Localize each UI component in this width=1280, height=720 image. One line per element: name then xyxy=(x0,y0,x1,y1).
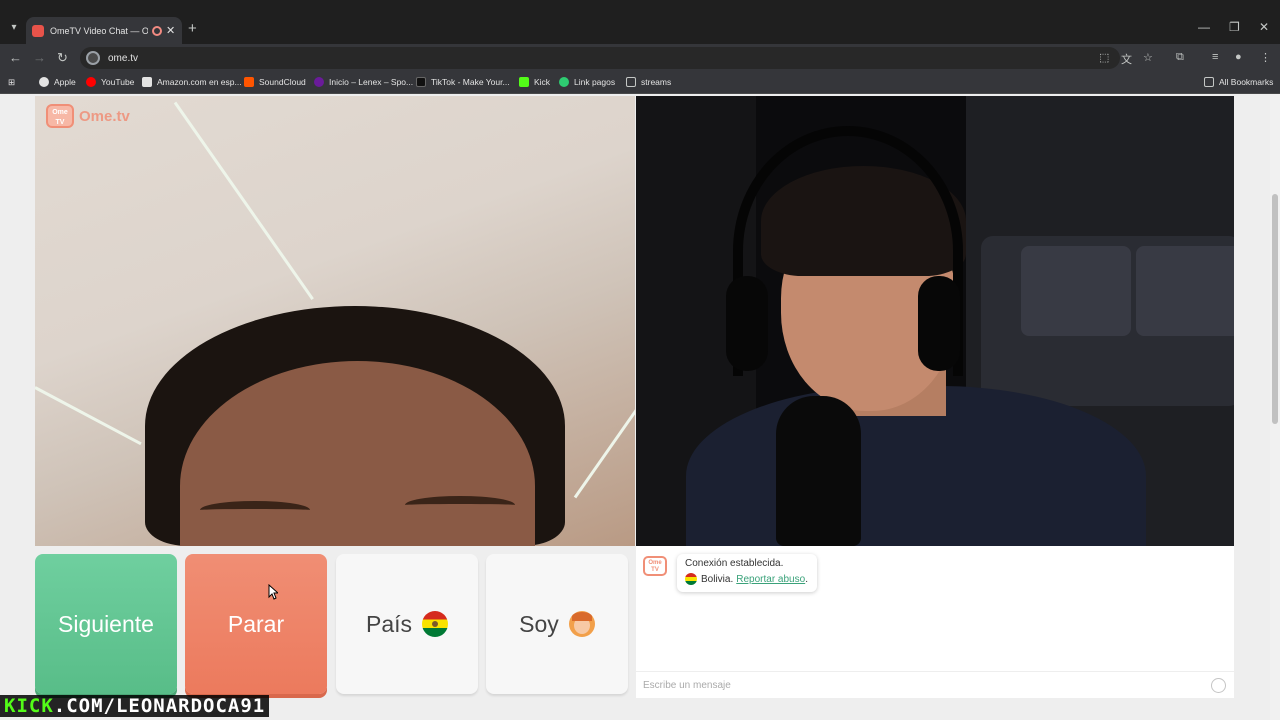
mouse-pointer-icon xyxy=(268,584,278,600)
youtube-icon xyxy=(86,77,96,87)
bookmark-kick[interactable]: Kick xyxy=(519,77,550,87)
profile-avatar-icon[interactable]: ● xyxy=(1235,51,1242,63)
ometv-tv-icon: Ome TV xyxy=(643,556,667,576)
country-filter-button[interactable]: País xyxy=(336,554,478,694)
folder-icon xyxy=(1204,77,1214,87)
soundcloud-icon xyxy=(244,77,254,87)
bookmark-star-icon[interactable]: ☆ xyxy=(1143,51,1153,64)
gender-select-button[interactable]: Soy xyxy=(486,554,628,694)
gender-button-label: Soy xyxy=(519,610,559,637)
next-button[interactable]: Siguiente xyxy=(35,554,177,694)
logo-text: Ome.tv xyxy=(79,107,130,125)
address-bar[interactable]: ome.tv xyxy=(80,47,1120,69)
install-app-icon[interactable]: ⬚ xyxy=(1099,51,1109,64)
amazon-icon xyxy=(142,77,152,87)
chat-panel: Ome TV Conexión establecida. Bolivia. Re… xyxy=(636,546,1234,698)
tab-search-icon[interactable]: ▾ xyxy=(6,20,22,36)
tab-ometv[interactable]: OmeTV Video Chat — Ome ✕ xyxy=(26,17,182,44)
browser-toolbar: ← → ↻ ome.tv ⬚ 文 ☆ ⧉ ≡ ● ⋮ xyxy=(0,44,1280,72)
partner-country: Bolivia. xyxy=(701,573,734,585)
apple-icon xyxy=(39,77,49,87)
bookmark-amazon[interactable]: Amazon.com en esp... xyxy=(142,77,242,87)
forward-icon[interactable]: → xyxy=(33,50,46,65)
maximize-icon[interactable]: ❐ xyxy=(1229,20,1240,34)
report-abuse-link[interactable]: Reportar abuso xyxy=(736,574,805,585)
back-icon[interactable]: ← xyxy=(9,50,22,65)
bolivia-flag-icon xyxy=(422,611,449,637)
menu-kebab-icon[interactable]: ⋮ xyxy=(1260,51,1271,64)
bookmark-link-pagos[interactable]: Link pagos xyxy=(559,77,615,87)
page-scrollbar[interactable] xyxy=(1270,94,1280,720)
connection-status-text: Conexión establecida. xyxy=(685,558,784,569)
folder-icon xyxy=(626,77,636,87)
bookmarks-bar: ⊞ Apple YouTube Amazon.com en esp... Sou… xyxy=(0,72,1280,94)
close-tab-icon[interactable]: ✕ xyxy=(166,24,175,37)
recording-icon xyxy=(152,25,162,36)
emoji-icon[interactable] xyxy=(1211,678,1226,693)
close-window-icon[interactable]: ✕ xyxy=(1259,20,1269,34)
stop-button[interactable]: Parar xyxy=(185,554,327,694)
bookmark-lenex[interactable]: Inicio – Lenex – Spo... xyxy=(314,77,413,87)
tab-strip: ▾ OmeTV Video Chat — Ome ✕ + — ❐ ✕ xyxy=(0,0,1280,44)
country-button-label: País xyxy=(365,610,413,637)
system-message: Conexión establecida. Bolivia. Reportar … xyxy=(677,554,817,592)
bookmark-tiktok[interactable]: TikTok - Make Your... xyxy=(416,77,510,87)
reload-icon[interactable]: ↻ xyxy=(57,50,68,66)
bookmark-youtube[interactable]: YouTube xyxy=(86,77,134,87)
extensions-icon[interactable]: ⧉ xyxy=(1176,51,1184,64)
ometv-tv-icon: Ome TV xyxy=(46,104,74,128)
all-bookmarks[interactable]: All Bookmarks xyxy=(1204,77,1273,87)
tiktok-icon xyxy=(416,77,426,87)
new-tab-icon[interactable]: + xyxy=(188,20,197,37)
stream-watermark: KICK.COM/LEONARDOCA91 xyxy=(0,695,270,717)
link-pagos-icon xyxy=(559,77,569,87)
scrollbar-thumb[interactable] xyxy=(1272,194,1278,424)
bolivia-flag-icon xyxy=(685,573,697,585)
lenex-icon xyxy=(314,77,324,87)
boy-avatar-icon xyxy=(568,611,595,637)
ometv-logo[interactable]: Ome TV Ome.tv xyxy=(46,104,130,128)
translate-icon[interactable]: 文 xyxy=(1121,51,1132,67)
media-control-icon[interactable]: ≡ xyxy=(1212,51,1218,63)
site-info-icon[interactable] xyxy=(86,51,100,65)
self-video xyxy=(636,96,1234,546)
tab-title: OmeTV Video Chat — Ome xyxy=(50,25,148,36)
message-input[interactable]: Escribe un mensaje xyxy=(636,671,1234,698)
bookmark-soundcloud[interactable]: SoundCloud xyxy=(244,77,306,87)
apps-grid-icon[interactable]: ⊞ xyxy=(8,77,15,88)
bookmark-apple[interactable]: Apple xyxy=(39,77,76,87)
kick-icon xyxy=(519,77,529,87)
stop-button-label: Parar xyxy=(227,610,285,637)
bookmark-folder-streams[interactable]: streams xyxy=(626,77,671,87)
next-button-label: Siguiente xyxy=(58,610,154,637)
ometv-favicon-icon xyxy=(32,24,44,37)
minimize-icon[interactable]: — xyxy=(1198,20,1210,34)
stranger-video xyxy=(35,96,635,546)
url-text: ome.tv xyxy=(108,52,139,64)
